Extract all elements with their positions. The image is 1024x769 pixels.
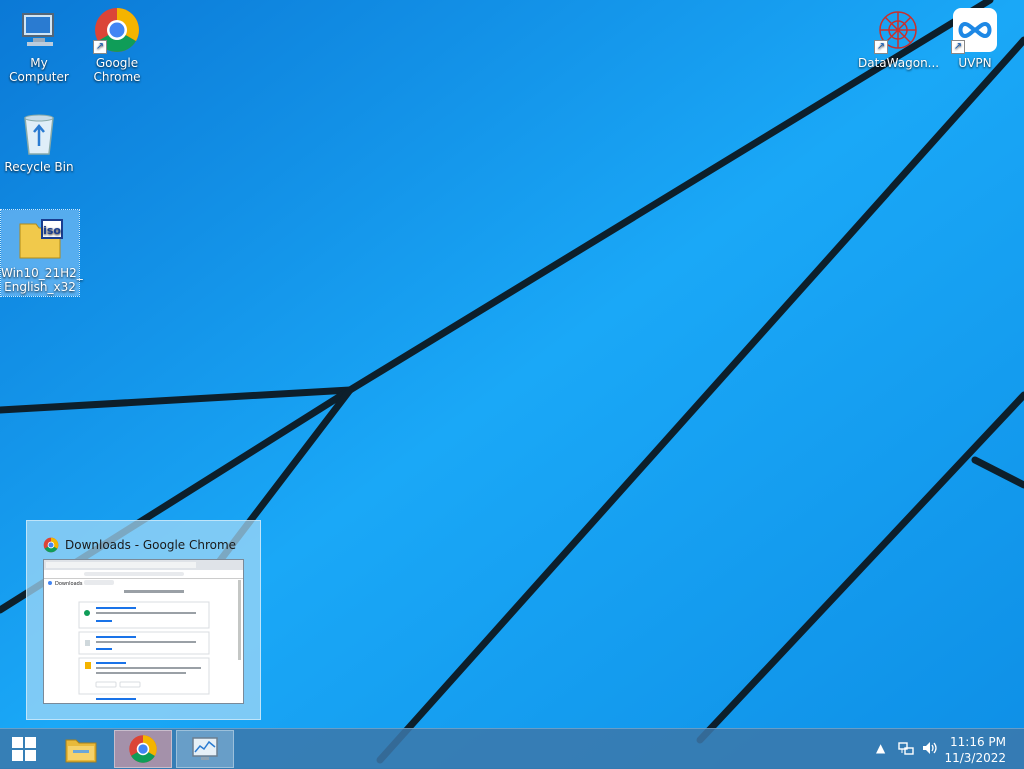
chrome-icon: ↗ — [93, 6, 141, 54]
iso-file-icon: iso — [16, 216, 64, 264]
taskbar: ▲ 11:16 PM 11/3/2022 — [0, 728, 1024, 769]
taskbar-window-preview[interactable]: Downloads - Google Chrome Downloads — [26, 520, 261, 720]
taskbar-google-chrome[interactable] — [114, 730, 172, 768]
computer-icon — [15, 6, 63, 54]
desktop-icon-win10-iso[interactable]: iso Win10_21H2_ English_x32 — [0, 209, 83, 297]
desktop-icon-label: Chrome — [93, 70, 141, 84]
desktop-icon-label: My Computer — [9, 56, 69, 84]
clock-time: 11:16 PM — [950, 735, 1006, 749]
desktop-icon-label: Win10_21H2_ — [1, 266, 83, 280]
taskbar-file-explorer[interactable] — [53, 730, 109, 768]
svg-text:iso: iso — [43, 224, 61, 237]
preview-thumbnail[interactable]: Downloads — [43, 559, 244, 704]
desktop-icon-label: Recycle Bin — [4, 160, 74, 174]
start-button[interactable] — [0, 730, 48, 768]
recycle-bin-icon — [15, 110, 63, 158]
desktop-icon-recycle-bin[interactable]: Recycle Bin — [0, 104, 78, 174]
monitor-chart-icon — [192, 737, 218, 760]
clock-date: 11/3/2022 — [944, 751, 1006, 765]
system-clock[interactable]: 11:16 PM 11/3/2022 — [944, 734, 1006, 766]
desktop-icon-google-chrome[interactable]: ↗ Google Chrome — [78, 0, 156, 84]
desktop-icon-label: DataWagon... — [858, 56, 940, 70]
windows-logo-icon — [12, 737, 36, 761]
taskbar-resource-monitor[interactable] — [176, 730, 234, 768]
shortcut-arrow-icon: ↗ — [93, 40, 107, 54]
desktop-icon-uvpn[interactable]: ↗ UVPN — [936, 0, 1014, 70]
folder-icon — [65, 739, 97, 763]
network-icon[interactable] — [898, 740, 914, 759]
desktop-icon-label: UVPN — [958, 56, 992, 70]
shortcut-arrow-icon: ↗ — [951, 40, 965, 54]
desktop-icon-label: English_x32 — [4, 280, 76, 294]
shortcut-arrow-icon: ↗ — [874, 40, 888, 54]
volume-icon[interactable] — [921, 740, 939, 759]
preview-title-bar: Downloads - Google Chrome — [43, 537, 236, 553]
desktop-icon-datawagon[interactable]: ↗ DataWagon... — [858, 0, 940, 70]
preview-title: Downloads - Google Chrome — [65, 538, 237, 552]
desktop-icon-my-computer[interactable]: My Computer — [0, 0, 78, 84]
uvpn-icon: ↗ — [951, 6, 999, 54]
desktop-icon-label: Google — [95, 56, 139, 70]
downloads-page-thumbnail: Downloads — [44, 560, 243, 700]
show-hidden-icons-button[interactable]: ▲ — [876, 741, 885, 755]
datawagon-icon: ↗ — [874, 6, 922, 54]
chrome-icon — [43, 537, 59, 553]
thumb-page-title: Downloads — [55, 581, 83, 587]
chrome-icon — [129, 735, 157, 763]
